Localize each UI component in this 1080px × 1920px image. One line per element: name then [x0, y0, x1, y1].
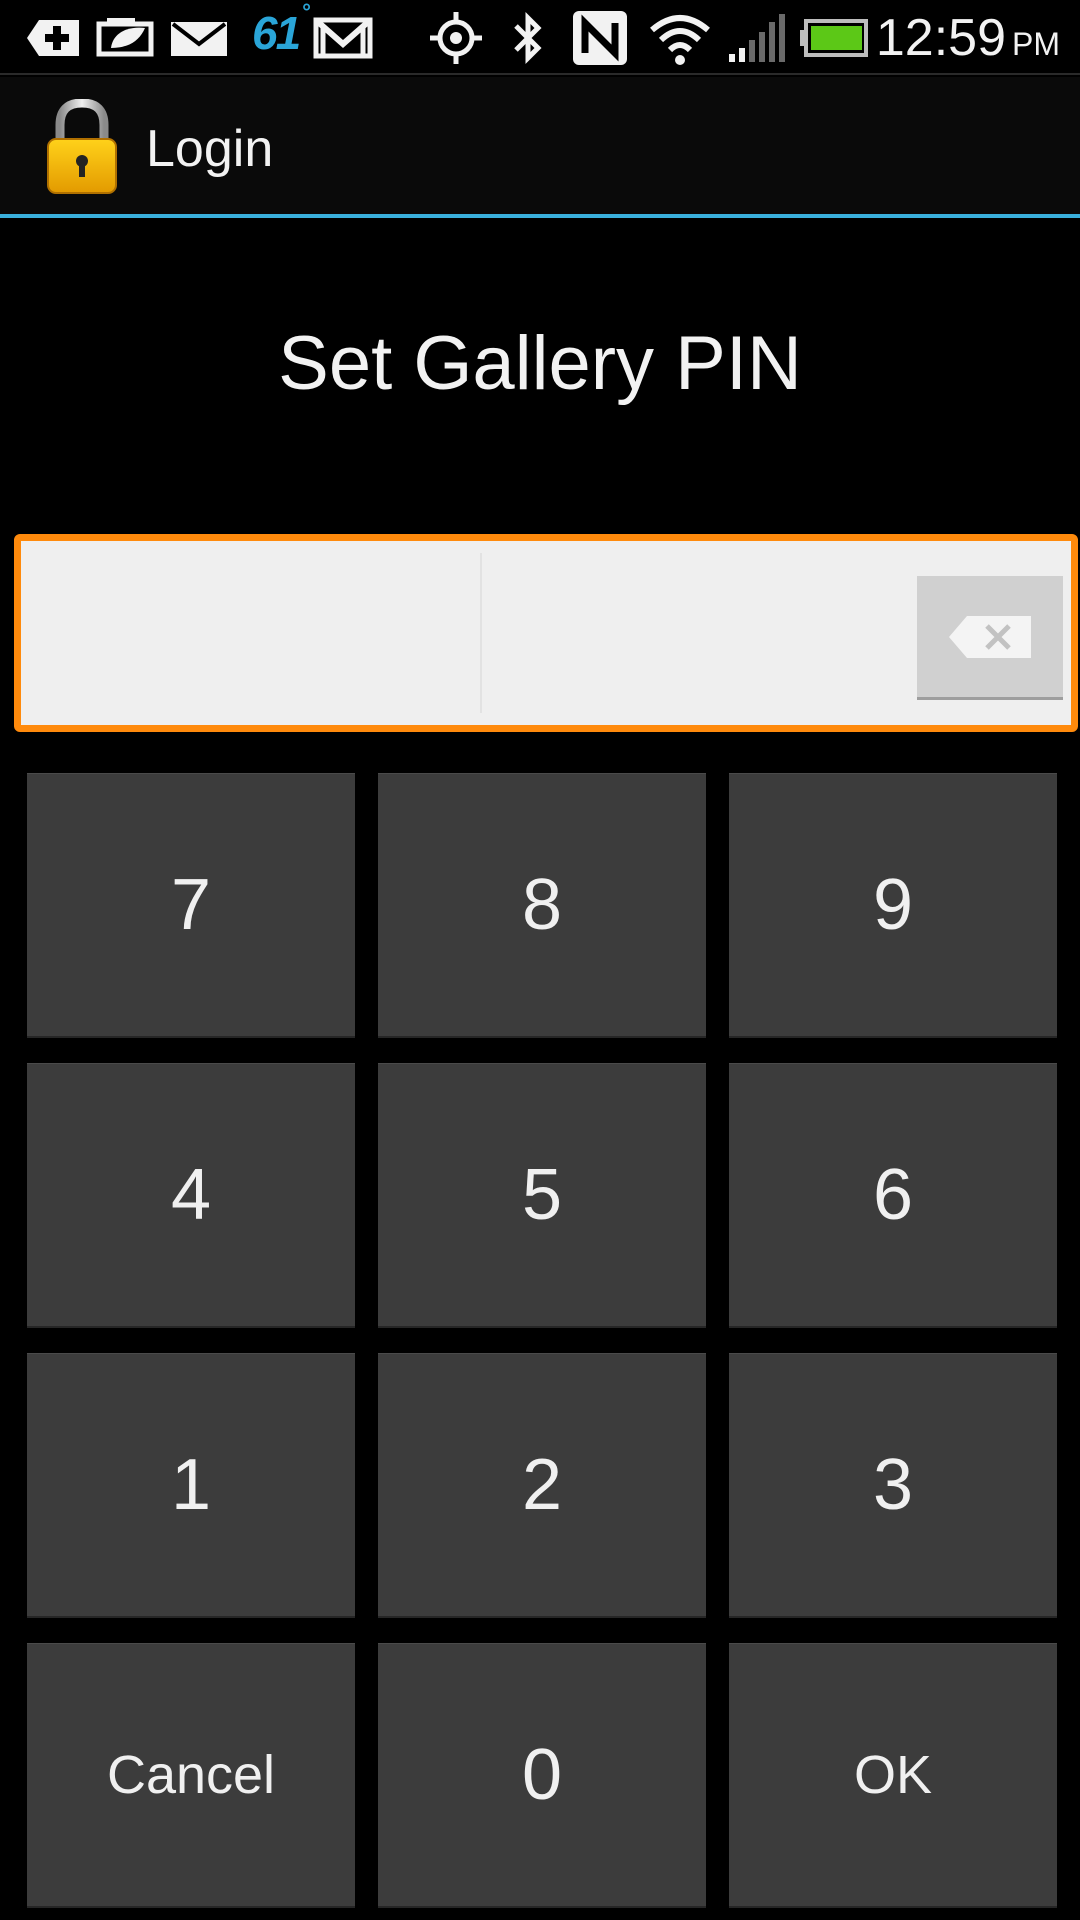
key-8[interactable]: 8 [378, 773, 706, 1038]
photo-icon [94, 10, 156, 66]
add-notification-icon [24, 10, 82, 66]
battery-icon [798, 10, 868, 66]
app-title: Login [146, 120, 274, 178]
page-title: Set Gallery PIN [278, 321, 802, 406]
text-cursor [480, 553, 482, 713]
action-bar: Login [0, 77, 1080, 215]
ok-button[interactable]: OK [729, 1643, 1057, 1908]
status-bar: 61° 12:59 PM [0, 0, 1080, 75]
nfc-icon [570, 10, 630, 66]
clock: 12:59 PM [875, 9, 1060, 67]
key-2[interactable]: 2 [378, 1353, 706, 1618]
weather-temperature: 61° [252, 0, 310, 59]
wifi-icon [648, 10, 712, 66]
key-6[interactable]: 6 [729, 1063, 1057, 1328]
backspace-icon [949, 615, 1031, 658]
gmail-icon [312, 10, 374, 66]
cancel-button[interactable]: Cancel [27, 1643, 355, 1908]
key-7[interactable]: 7 [27, 773, 355, 1038]
action-bar-divider [0, 214, 1080, 218]
pin-input[interactable] [14, 534, 1078, 732]
key-5[interactable]: 5 [378, 1063, 706, 1328]
backspace-button[interactable] [917, 576, 1063, 700]
lock-icon [44, 98, 120, 195]
key-9[interactable]: 9 [729, 773, 1057, 1038]
key-0[interactable]: 0 [378, 1643, 706, 1908]
key-3[interactable]: 3 [729, 1353, 1057, 1618]
key-4[interactable]: 4 [27, 1063, 355, 1328]
email-icon [168, 10, 230, 66]
bluetooth-icon [508, 10, 548, 66]
gps-icon [428, 10, 484, 66]
signal-icon [726, 10, 786, 66]
key-1[interactable]: 1 [27, 1353, 355, 1618]
